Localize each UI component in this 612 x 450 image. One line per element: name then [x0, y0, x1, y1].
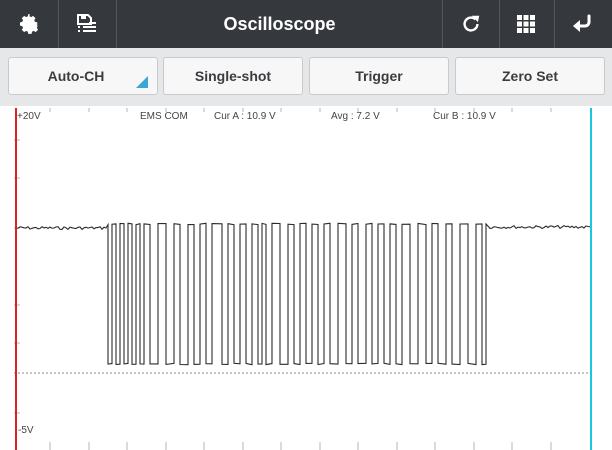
- scope-grid-ticks: [14, 108, 552, 450]
- auto-ch-button[interactable]: Auto-CH: [8, 57, 158, 95]
- single-shot-label: Single-shot: [194, 68, 272, 84]
- save-list-icon: [77, 14, 96, 32]
- signal-waveform: [15, 222, 591, 366]
- grid-icon: [517, 15, 535, 33]
- average-readout: Avg : 7.2 V: [331, 111, 380, 122]
- cursor-b-readout: Cur B : 10.9 V: [433, 111, 496, 122]
- back-button[interactable]: [554, 0, 612, 48]
- refresh-button[interactable]: [442, 0, 500, 48]
- grid-button[interactable]: [498, 0, 555, 48]
- single-shot-button[interactable]: Single-shot: [163, 57, 303, 95]
- scope-display[interactable]: +20V EMS COM Cur A : 10.9 V Avg : 7.2 V …: [0, 108, 612, 450]
- page-title: Oscilloscope: [223, 13, 336, 34]
- channel-label: EMS COM: [140, 111, 188, 122]
- auto-ch-label: Auto-CH: [47, 68, 105, 84]
- trigger-button[interactable]: Trigger: [309, 57, 449, 95]
- trigger-label: Trigger: [355, 68, 403, 84]
- zero-set-button[interactable]: Zero Set: [455, 57, 605, 95]
- cursor-a-readout: Cur A : 10.9 V: [214, 111, 276, 122]
- y-min-label: -5V: [18, 425, 34, 436]
- back-icon: [573, 14, 591, 32]
- top-toolbar: Oscilloscope: [0, 0, 612, 48]
- control-bar: Auto-CH Single-shot Trigger Zero Set: [0, 48, 612, 106]
- save-list-button[interactable]: [58, 0, 117, 48]
- y-max-label: +20V: [17, 111, 41, 122]
- dropdown-corner-icon: [136, 76, 148, 88]
- refresh-icon: [463, 15, 480, 32]
- settings-button[interactable]: [0, 0, 59, 48]
- scope-canvas: [14, 108, 592, 450]
- gear-icon: [20, 14, 39, 34]
- zero-set-label: Zero Set: [501, 68, 558, 84]
